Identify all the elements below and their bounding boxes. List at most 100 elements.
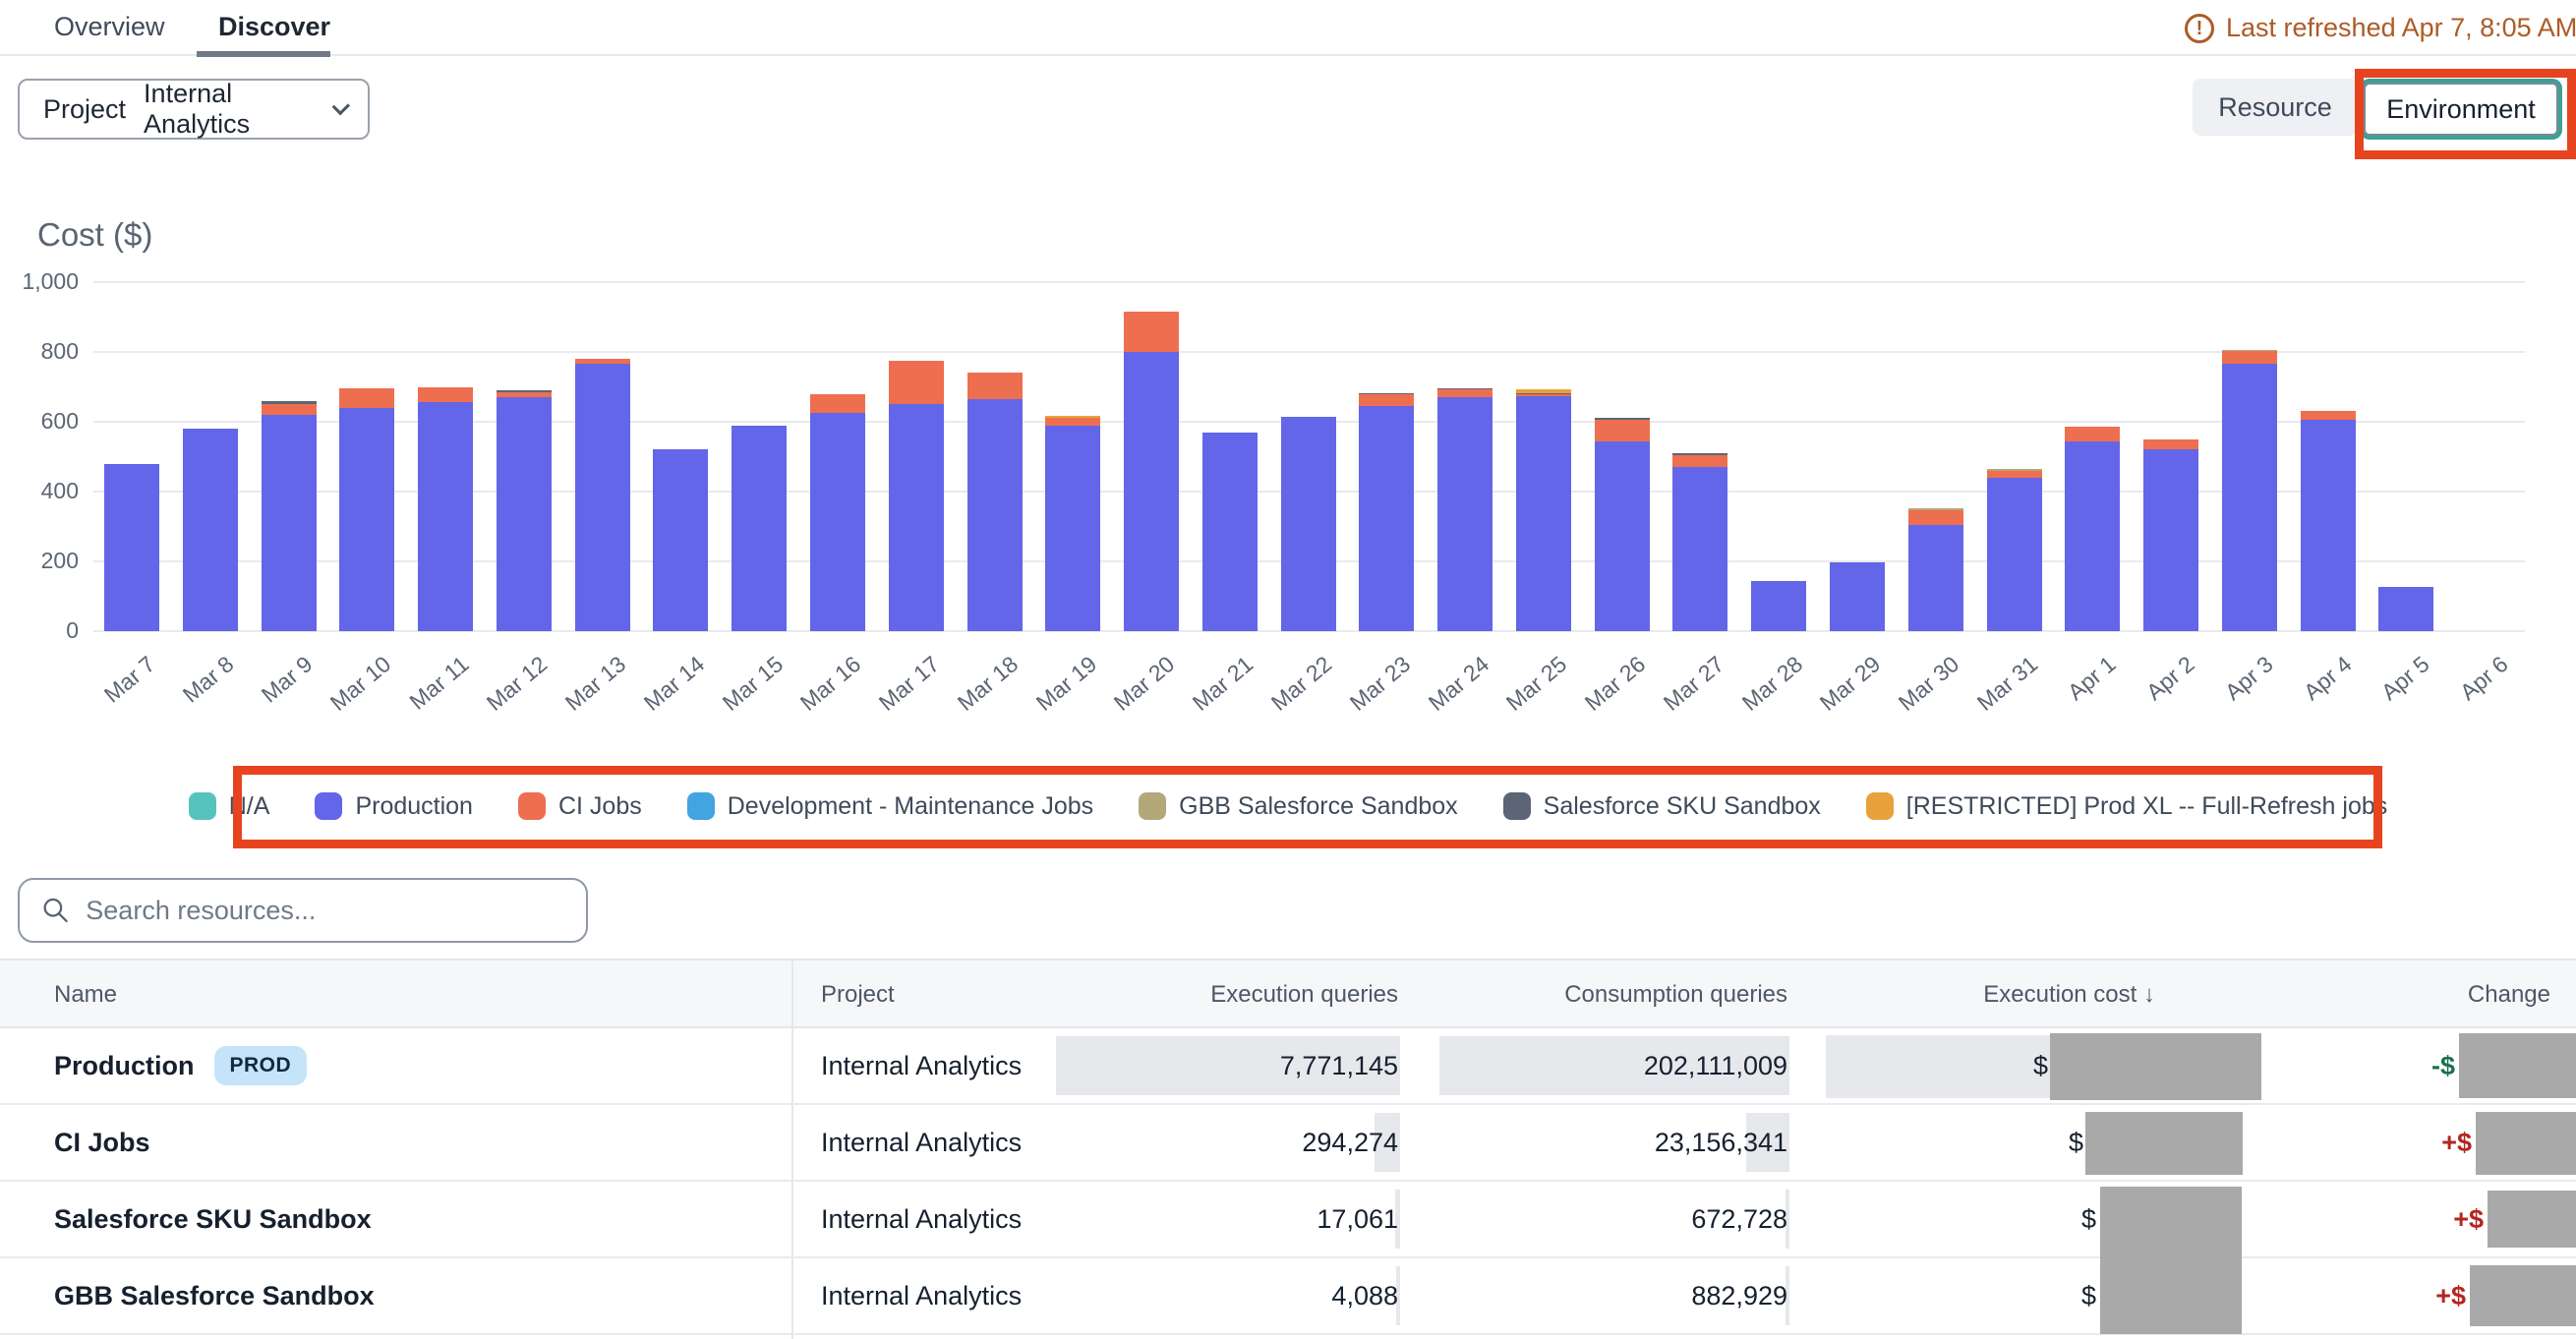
bar-segment[interactable] xyxy=(262,404,317,415)
project-cell: Internal Analytics xyxy=(821,1182,1022,1256)
bar-segment[interactable] xyxy=(1672,455,1727,467)
bar-segment[interactable] xyxy=(2222,364,2277,631)
bar-segment[interactable] xyxy=(183,429,238,631)
bar-segment[interactable] xyxy=(497,397,552,631)
legend-label: Development - Maintenance Jobs xyxy=(728,792,1093,821)
legend-item[interactable]: Development - Maintenance Jobs xyxy=(687,792,1093,821)
bar-segment[interactable] xyxy=(1672,467,1727,631)
bar-segment[interactable] xyxy=(1359,393,1414,394)
bar-segment[interactable] xyxy=(967,373,1023,399)
environment-toggle-button[interactable]: Environment xyxy=(2364,83,2558,136)
bar-segment[interactable] xyxy=(1830,562,1885,631)
resource-name[interactable]: Production xyxy=(54,1051,195,1081)
bar-segment[interactable] xyxy=(575,364,630,631)
bar-segment[interactable] xyxy=(810,413,865,631)
bar-segment[interactable] xyxy=(2222,350,2277,351)
bar-segment[interactable] xyxy=(1595,420,1650,441)
bar-segment[interactable] xyxy=(497,392,552,397)
bar-segment[interactable] xyxy=(262,415,317,631)
bar-segment[interactable] xyxy=(653,449,708,631)
bar-segment[interactable] xyxy=(1516,389,1571,393)
bar-segment[interactable] xyxy=(497,390,552,391)
bar-segment[interactable] xyxy=(104,464,159,631)
table-row-salesforce-sku-sandbox[interactable]: Salesforce SKU Sandbox Internal Analytic… xyxy=(0,1182,2576,1258)
resource-name[interactable]: CI Jobs xyxy=(54,1128,150,1158)
execution-cost-value: $ xyxy=(2081,1182,2096,1256)
legend-item[interactable]: Salesforce SKU Sandbox xyxy=(1503,792,1821,821)
bar-segment[interactable] xyxy=(1672,453,1727,455)
bar-segment[interactable] xyxy=(2222,351,2277,364)
bar-segment[interactable] xyxy=(1908,525,1963,631)
bar-segment[interactable] xyxy=(1045,418,1100,425)
bar-segment[interactable] xyxy=(2301,420,2356,631)
resource-name[interactable]: GBB Salesforce Sandbox xyxy=(54,1281,375,1311)
bar-segment[interactable] xyxy=(1437,389,1493,397)
bar-segment[interactable] xyxy=(810,394,865,414)
bar-segment[interactable] xyxy=(967,399,1023,631)
column-header-change[interactable]: Change xyxy=(2468,961,2550,1028)
bar-segment[interactable] xyxy=(1987,469,2042,470)
legend-label: GBB Salesforce Sandbox xyxy=(1179,792,1458,821)
bar-segment[interactable] xyxy=(1124,312,1179,352)
resource-name[interactable]: Salesforce SKU Sandbox xyxy=(54,1204,372,1235)
active-tab-underline xyxy=(197,51,330,57)
legend-item[interactable]: GBB Salesforce Sandbox xyxy=(1139,792,1458,821)
bar-segment[interactable] xyxy=(1281,417,1336,631)
bar-segment[interactable] xyxy=(1987,478,2042,631)
resource-toggle-button[interactable]: Resource xyxy=(2193,79,2358,136)
table-row-ci-jobs[interactable]: CI Jobs Internal Analytics 294,274 23,15… xyxy=(0,1105,2576,1182)
chart-legend: N/A Production CI Jobs Development - Mainte… xyxy=(0,790,2576,822)
search-input[interactable] xyxy=(86,896,564,926)
x-axis-tick-label: Mar 30 xyxy=(1894,651,1964,717)
bar-segment[interactable] xyxy=(1987,471,2042,478)
bar-segment[interactable] xyxy=(1751,581,1806,631)
bar-segment[interactable] xyxy=(1516,396,1571,631)
column-header-execution-queries[interactable]: Execution queries xyxy=(1210,961,1398,1028)
column-header-execution-cost[interactable]: Execution cost ↓ xyxy=(1983,961,2155,1028)
x-axis-tick-label: Mar 19 xyxy=(1030,651,1101,717)
column-header-project[interactable]: Project xyxy=(821,961,895,1028)
bar-segment[interactable] xyxy=(575,359,630,364)
bar-segment[interactable] xyxy=(1595,441,1650,631)
bar-segment[interactable] xyxy=(2143,449,2198,631)
tab-discover[interactable]: Discover xyxy=(218,0,330,54)
project-filter-dropdown[interactable]: Project Internal Analytics xyxy=(18,79,370,140)
y-axis-tick-label: 0 xyxy=(0,617,79,644)
bar-segment[interactable] xyxy=(1359,406,1414,631)
bar-segment[interactable] xyxy=(2301,411,2356,420)
bar-segment[interactable] xyxy=(1595,418,1650,419)
bar-segment[interactable] xyxy=(1437,388,1493,389)
consumption-queries-value: 202,111,009 xyxy=(1644,1028,1787,1103)
bar-segment[interactable] xyxy=(262,401,317,404)
chart-title: Cost ($) xyxy=(37,216,152,254)
bar-segment[interactable] xyxy=(1045,416,1100,419)
bar-segment[interactable] xyxy=(1516,393,1571,394)
bar-segment[interactable] xyxy=(1045,426,1100,631)
bar-segment[interactable] xyxy=(1908,508,1963,509)
legend-item[interactable]: N/A xyxy=(189,792,270,821)
tab-overview[interactable]: Overview xyxy=(54,0,165,54)
bar-segment[interactable] xyxy=(1124,352,1179,631)
bar-segment[interactable] xyxy=(1202,433,1258,631)
legend-item[interactable]: [RESTRICTED] Prod XL -- Full-Refresh job… xyxy=(1866,792,2387,821)
bar-segment[interactable] xyxy=(1908,510,1963,525)
column-header-consumption-queries[interactable]: Consumption queries xyxy=(1564,961,1787,1028)
legend-item[interactable]: Production xyxy=(315,792,473,821)
bar-segment[interactable] xyxy=(339,408,394,631)
bar-segment[interactable] xyxy=(889,404,944,631)
bar-segment[interactable] xyxy=(1516,394,1571,397)
legend-item[interactable]: CI Jobs xyxy=(518,792,642,821)
bar-segment[interactable] xyxy=(732,426,787,631)
bar-segment[interactable] xyxy=(889,361,944,404)
table-row-production[interactable]: ProductionPROD Internal Analytics 7,771,… xyxy=(0,1028,2576,1105)
bar-segment[interactable] xyxy=(2065,441,2120,631)
bar-segment[interactable] xyxy=(1359,394,1414,406)
bar-segment[interactable] xyxy=(2143,439,2198,450)
bar-segment[interactable] xyxy=(339,388,394,408)
bar-segment[interactable] xyxy=(1437,397,1493,631)
bar-segment[interactable] xyxy=(2378,587,2433,631)
bar-segment[interactable] xyxy=(2065,427,2120,441)
bar-segment[interactable] xyxy=(418,402,473,631)
bar-segment[interactable] xyxy=(418,387,473,403)
column-header-name[interactable]: Name xyxy=(54,961,117,1028)
